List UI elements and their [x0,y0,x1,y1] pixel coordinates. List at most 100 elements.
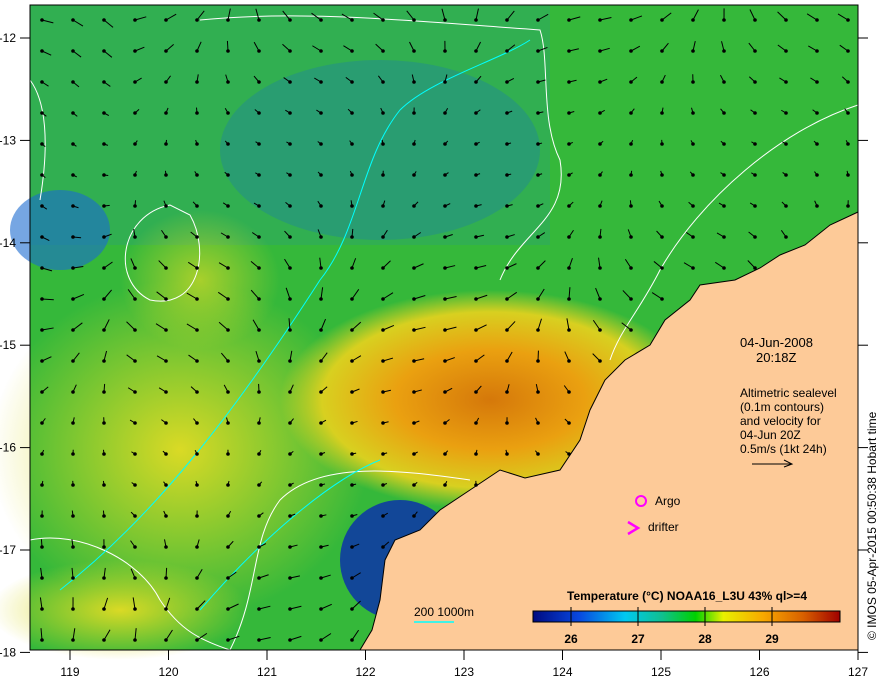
velocity-arrow-head [319,638,323,642]
velocity-arrow-head [474,235,478,239]
velocity-arrow-head [102,390,106,394]
velocity-arrow-head [381,235,385,239]
velocity-arrow-head [319,235,323,239]
velocity-arrow-head [164,266,168,270]
velocity-arrow-head [567,235,571,239]
velocity-arrow-head [350,49,354,53]
velocity-arrow-head [660,266,664,270]
velocity-arrow-head [319,483,323,487]
velocity-arrow-head [164,576,168,580]
velocity-arrow-head [133,545,137,549]
velocity-arrow-head [412,421,416,425]
velocity-arrow-head [505,421,509,425]
velocity-arrow-head [102,18,106,22]
velocity-arrow-head [536,142,540,146]
velocity-arrow-head [40,421,44,425]
velocity-arrow-head [598,142,602,146]
velocity-arrow-head [629,173,633,177]
velocity-arrow-head [71,266,75,270]
argo-label: Argo [655,494,681,508]
velocity-arrow-head [40,545,44,549]
velocity-arrow-head [40,638,44,642]
velocity-arrow-head [288,266,292,270]
velocity-arrow-head [846,111,850,115]
velocity-arrow-head [133,607,137,611]
velocity-arrow-head [102,173,106,177]
velocity-arrow-head [505,266,509,270]
velocity-arrow-head [350,235,354,239]
velocity-arrow-head [443,49,447,53]
velocity-arrow-head [350,111,354,115]
colorbar [533,611,840,622]
velocity-arrow-head [815,49,819,53]
velocity-arrow-head [722,49,726,53]
velocity-arrow-head [474,111,478,115]
velocity-arrow-head [164,297,168,301]
velocity-arrow-head [226,359,230,363]
velocity-arrow-head [815,80,819,84]
velocity-arrow-head [133,111,137,115]
velocity-arrow-head [133,514,137,518]
velocity-arrow-head [102,576,106,580]
velocity-arrow-head [71,142,75,146]
lon-tick-label: 120 [158,665,178,679]
velocity-arrow-head [102,514,106,518]
velocity-arrow-head [443,204,447,208]
velocity-arrow-head [536,297,540,301]
velocity-arrow-head [71,607,75,611]
velocity-arrow-head [722,111,726,115]
velocity-arrow-head [71,328,75,332]
velocity-arrow-head [319,49,323,53]
velocity-arrow-head [846,80,850,84]
velocity-arrow-head [691,204,695,208]
velocity-arrow-head [288,576,292,580]
velocity-arrow-head [536,18,540,22]
velocity-arrow-head [505,49,509,53]
velocity-arrow-head [226,80,230,84]
velocity-arrow-head [288,328,292,332]
velocity-arrow-head [815,204,819,208]
velocity-arrow-head [722,235,726,239]
velocity-arrow-head [846,173,850,177]
velocity-arrow-head [815,18,819,22]
velocity-arrow-head [350,297,354,301]
velocity-arrow-head [784,111,788,115]
velocity-arrow-head [474,80,478,84]
velocity-arrow-head [288,80,292,84]
velocity-arrow-head [629,142,633,146]
velocity-arrow-head [722,173,726,177]
velocity-arrow-head [195,514,199,518]
velocity-arrow-head [195,452,199,456]
velocity-arrow-head [195,328,199,332]
velocity-arrow-head [443,18,447,22]
velocity-arrow-head [133,266,137,270]
velocity-arrow-head [660,204,664,208]
bathy-label: 200 1000m [414,605,474,619]
velocity-arrow-head [412,18,416,22]
velocity-arrow-head [412,483,416,487]
velocity-arrow-head [567,80,571,84]
velocity-arrow-head [319,142,323,146]
velocity-arrow-head [381,359,385,363]
velocity-arrow-head [226,111,230,115]
velocity-arrow-head [443,390,447,394]
velocity-arrow-head [443,173,447,177]
velocity-arrow-head [164,545,168,549]
velocity-arrow-head [257,235,261,239]
velocity-arrow-head [71,576,75,580]
lon-tick-label: 121 [257,665,277,679]
velocity-arrow-head [443,328,447,332]
velocity-arrow-head [443,421,447,425]
velocity-arrow-head [102,266,106,270]
velocity-arrow-head [319,80,323,84]
velocity-arrow-head [505,235,509,239]
lat-tick-label: -18 [0,645,16,659]
velocity-arrow-head [133,452,137,456]
velocity-arrow-head [319,576,323,580]
velocity-arrow-head [660,18,664,22]
velocity-arrow-head [753,173,757,177]
velocity-arrow-head [598,80,602,84]
legend-text: Altimetric sealevel (0.1m contours) and … [740,386,837,456]
legend-line: 04-Jun 20Z [740,428,837,442]
velocity-arrow-head [660,111,664,115]
